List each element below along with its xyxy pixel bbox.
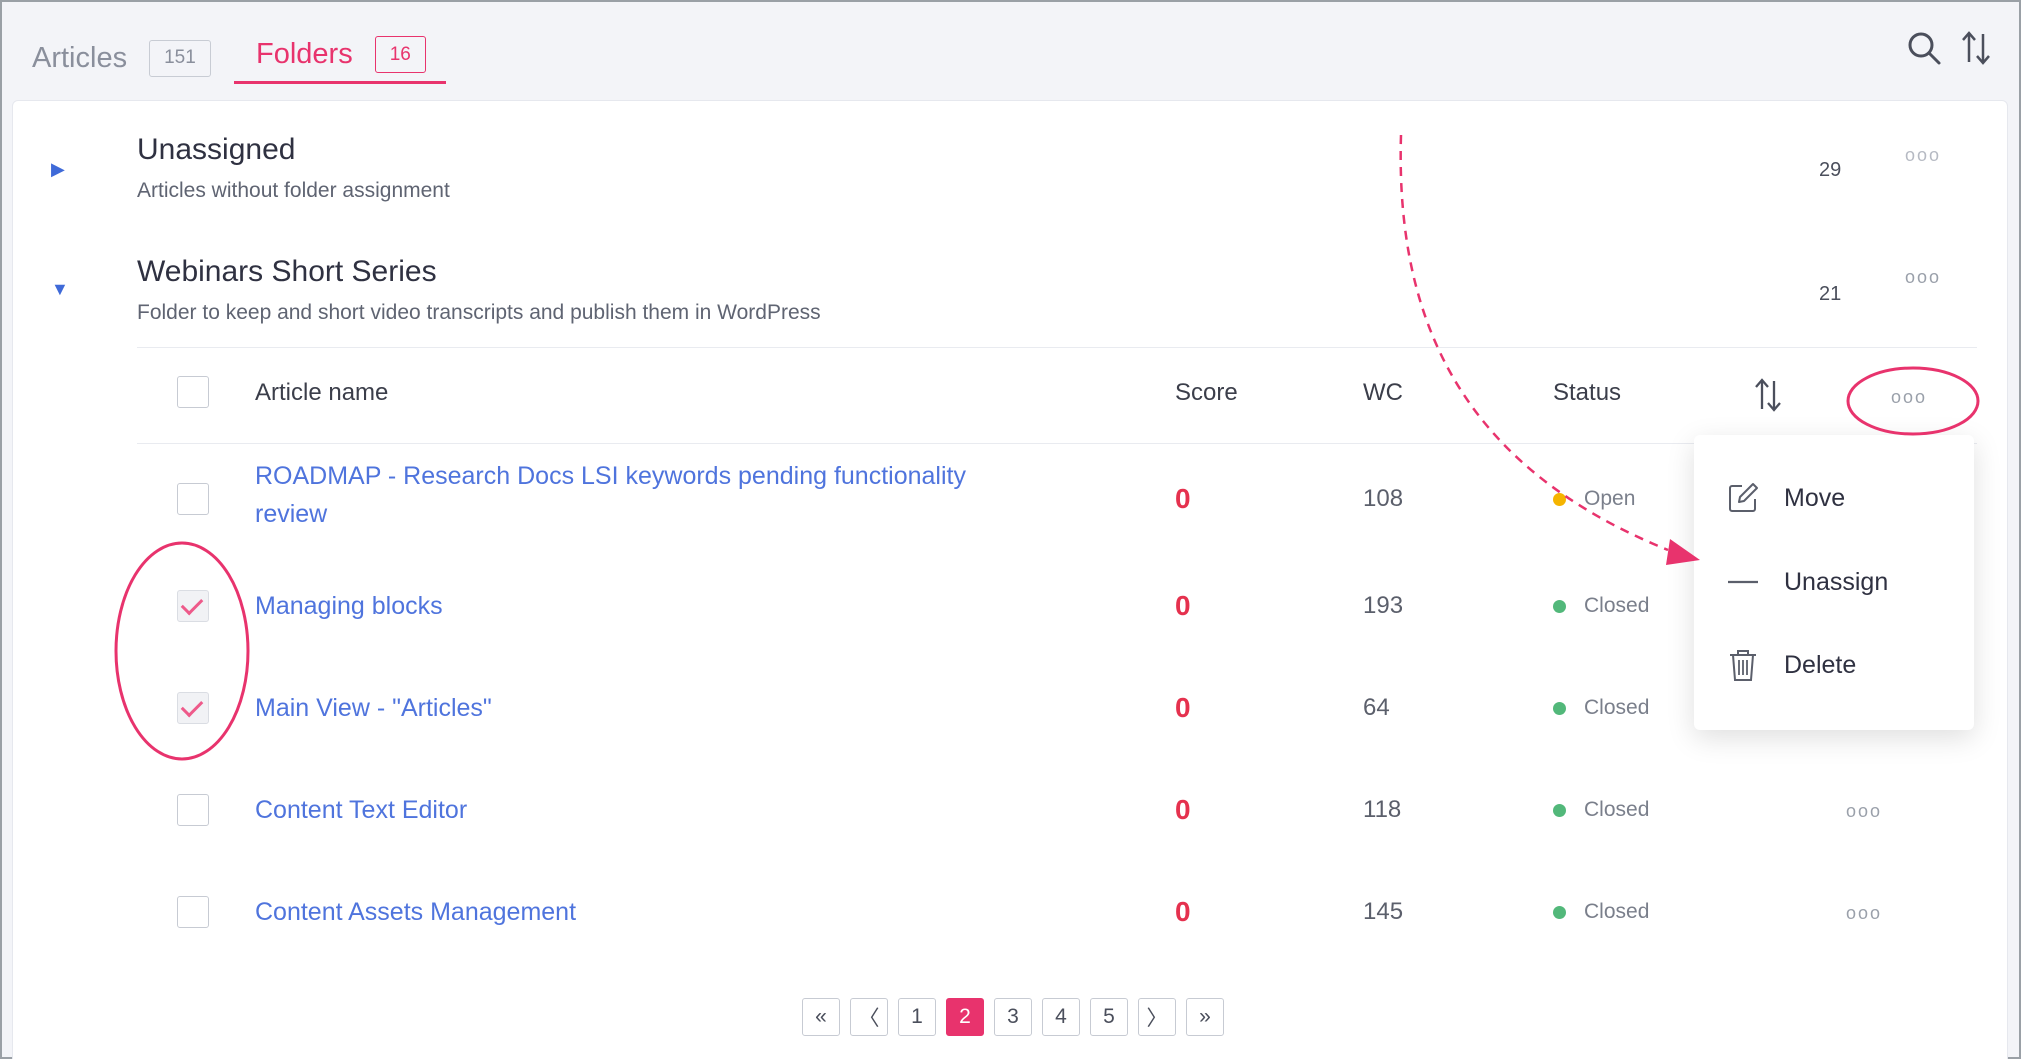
folder-title: Unassigned [137, 133, 296, 166]
search-icon[interactable] [1904, 28, 1944, 68]
page-5-button[interactable]: 5 [1090, 998, 1128, 1036]
folder-title: Webinars Short Series [137, 255, 437, 288]
menu-item-label: Move [1784, 483, 1846, 512]
page-2-button[interactable]: 2 [946, 998, 984, 1036]
article-link[interactable]: ROADMAP - Research Docs LSI keywords pen… [255, 457, 1015, 533]
row-checkbox[interactable] [177, 590, 209, 622]
status-label: Closed [1584, 900, 1650, 923]
status-dot [1553, 492, 1566, 506]
select-all-checkbox[interactable] [177, 376, 209, 408]
wc-value: 145 [1363, 898, 1404, 925]
menu-item-move[interactable]: Move [1694, 468, 1974, 528]
status-badge: Closed [1553, 594, 1649, 618]
status-dot [1553, 905, 1566, 919]
score-value: 0 [1175, 896, 1191, 927]
score-value: 0 [1175, 590, 1191, 621]
bulk-actions-menu: Move Unassign Delete [1694, 435, 1974, 730]
row-more-options-icon[interactable]: ooo [1846, 903, 1882, 924]
column-header-name[interactable]: Article name [255, 379, 388, 407]
score-value: 0 [1175, 794, 1191, 825]
menu-item-delete[interactable]: Delete [1694, 635, 1974, 695]
divider [137, 347, 1977, 348]
wc-value: 64 [1363, 694, 1390, 721]
article-link[interactable]: Content Text Editor [255, 791, 467, 829]
row-checkbox[interactable] [177, 794, 209, 826]
edit-icon [1729, 483, 1758, 512]
column-header-score[interactable]: Score [1175, 379, 1238, 407]
column-header-wc[interactable]: WC [1363, 379, 1403, 407]
tab-folders[interactable]: Folders 16 [234, 28, 446, 84]
menu-item-label: Delete [1784, 650, 1857, 679]
folder-description: Articles without folder assignment [137, 179, 450, 202]
article-link[interactable]: Main View - "Articles" [255, 689, 492, 727]
trash-icon [1730, 650, 1756, 681]
minus-icon [1728, 580, 1758, 584]
status-label: Open [1584, 487, 1636, 510]
page-1-button[interactable]: 1 [898, 998, 936, 1036]
status-dot [1553, 803, 1566, 817]
column-header-status[interactable]: Status [1553, 379, 1621, 407]
page-first-button[interactable]: « [802, 998, 840, 1036]
status-badge: Closed [1553, 798, 1649, 822]
status-label: Closed [1584, 696, 1650, 719]
expand-arrow-icon[interactable]: ▶ [51, 159, 65, 180]
sort-icon[interactable] [1751, 375, 1785, 415]
wc-value: 118 [1363, 796, 1402, 823]
folder-count: 29 [1819, 159, 1842, 181]
more-options-icon[interactable]: ooo [1905, 267, 1941, 288]
row-checkbox[interactable] [177, 483, 209, 515]
status-badge: Closed [1553, 900, 1649, 924]
tab-articles[interactable]: Articles 151 [32, 28, 211, 88]
page-4-button[interactable]: 4 [1042, 998, 1080, 1036]
score-value: 0 [1175, 483, 1191, 514]
sort-icon[interactable] [1956, 28, 1996, 68]
status-dot [1553, 701, 1566, 715]
page-prev-button[interactable]: 〈 [850, 998, 888, 1036]
article-link[interactable]: Content Assets Management [255, 893, 576, 931]
status-label: Closed [1584, 798, 1650, 821]
wc-value: 108 [1363, 485, 1404, 512]
menu-item-unassign[interactable]: Unassign [1694, 552, 1974, 612]
more-options-icon[interactable]: ooo [1905, 145, 1941, 166]
page-next-button[interactable]: 〉 [1138, 998, 1176, 1036]
tab-folders-count: 16 [374, 36, 426, 73]
page-last-button[interactable]: » [1186, 998, 1224, 1036]
row-checkbox[interactable] [177, 692, 209, 724]
folder-count: 21 [1819, 283, 1842, 305]
page-3-button[interactable]: 3 [994, 998, 1032, 1036]
status-dot [1553, 599, 1566, 613]
menu-item-label: Unassign [1784, 567, 1889, 596]
wc-value: 193 [1363, 592, 1404, 619]
article-link[interactable]: Managing blocks [255, 587, 443, 625]
score-value: 0 [1175, 692, 1191, 723]
tab-folders-label: Folders [256, 38, 353, 70]
row-more-options-icon[interactable]: ooo [1846, 801, 1882, 822]
status-label: Closed [1584, 594, 1650, 617]
row-checkbox[interactable] [177, 896, 209, 928]
pagination: « 〈 1 2 3 4 5 〉 » [802, 998, 1224, 1036]
folder-description: Folder to keep and short video transcrip… [137, 301, 821, 324]
bulk-actions-icon[interactable]: ooo [1891, 387, 1927, 408]
status-badge: Open [1553, 487, 1635, 511]
tab-articles-label: Articles [32, 41, 128, 74]
collapse-arrow-icon[interactable]: ▼ [51, 279, 69, 300]
status-badge: Closed [1553, 696, 1649, 720]
tab-articles-count: 151 [149, 39, 211, 77]
